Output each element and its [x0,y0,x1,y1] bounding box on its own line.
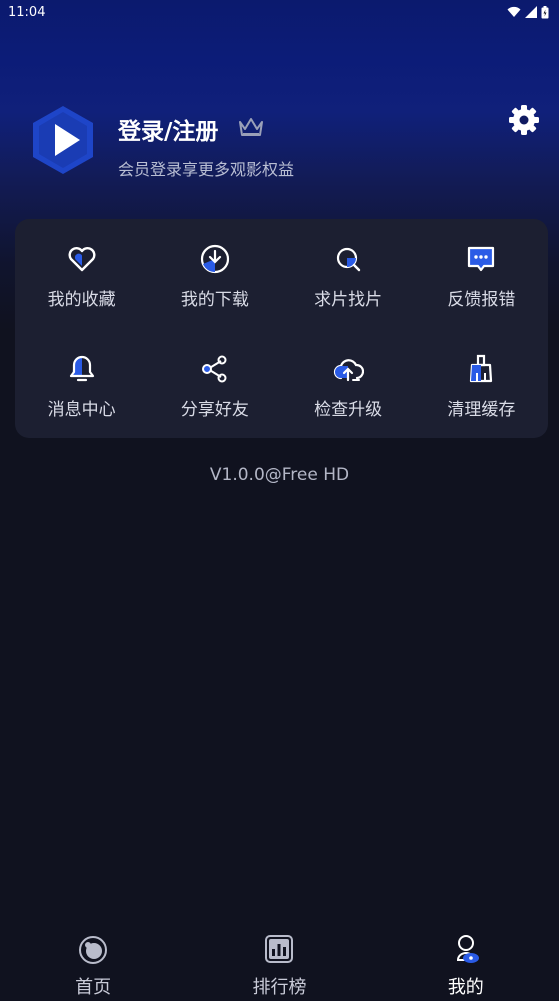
profile-header[interactable]: 登录/注册 会员登录享更多观影权益 [30,104,540,184]
login-subtitle: 会员登录享更多观影权益 [118,160,295,179]
tab-label: 我的 [447,977,484,998]
feedback-icon [468,246,495,272]
menu-item-clear-cache[interactable]: 清理缓存 [415,329,548,438]
menu-item-label: 求片找片 [314,290,383,310]
menu-item-label: 分享好友 [180,400,249,420]
menu-item-label: 清理缓存 [447,400,516,420]
crown-icon [239,118,263,136]
menu-item-downloads[interactable]: 我的下载 [148,219,281,329]
tab-ranking[interactable]: 排行榜 [186,925,372,1001]
signal-icon [525,6,537,18]
app-version: V1.0.0@Free HD [209,465,350,485]
ranking-icon [265,935,294,963]
menu-item-label: 反馈报错 [447,290,516,310]
download-icon [200,244,229,274]
tab-profile[interactable]: 我的 [373,925,559,1001]
tab-label: 首页 [75,977,112,998]
menu-item-label: 消息中心 [47,400,116,420]
menu-item-favorites[interactable]: 我的收藏 [15,219,148,329]
tab-label: 排行榜 [252,977,307,998]
status-time: 11:04 [8,4,46,20]
cloud-upload-icon [334,359,365,382]
profile-icon [456,934,479,963]
search-icon [337,247,361,272]
bottom-tab-bar: 首页 排行榜 我的 [0,925,559,1001]
menu-item-feedback[interactable]: 反馈报错 [415,219,548,329]
login-register-link[interactable]: 登录/注册 [118,112,218,146]
menu-item-label: 检查升级 [314,400,383,420]
menu-item-label: 我的收藏 [47,290,116,310]
feature-grid: 我的收藏 我的下载 求片找片 反馈报错 消息中心 分享好友 检查升级 清理缓存 [15,219,548,438]
bell-icon [69,355,94,382]
tab-home[interactable]: 首页 [0,925,186,1001]
menu-item-check-update[interactable]: 检查升级 [282,329,415,438]
status-icons [507,5,549,19]
wifi-icon [507,6,521,17]
menu-item-label: 我的下载 [180,290,249,310]
heart-icon [68,247,96,272]
menu-item-request-movie[interactable]: 求片找片 [282,219,415,329]
status-bar: 11:04 [0,0,559,24]
home-icon [79,936,108,964]
gear-icon[interactable] [508,104,540,136]
menu-item-share[interactable]: 分享好友 [148,329,281,438]
broom-icon [470,354,493,383]
menu-item-messages[interactable]: 消息中心 [15,329,148,438]
share-icon [201,355,227,383]
app-logo-icon [33,106,93,174]
battery-icon [541,5,549,18]
